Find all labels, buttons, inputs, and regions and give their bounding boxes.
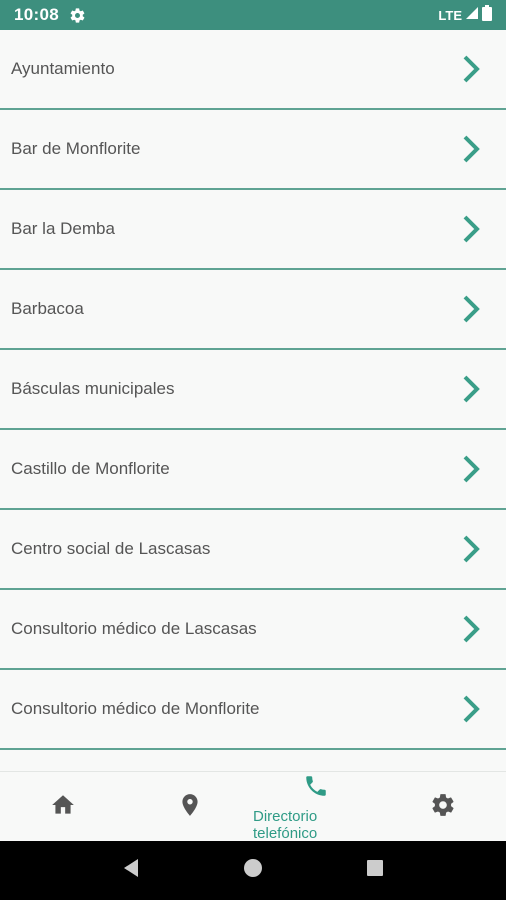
recents-icon[interactable] — [364, 857, 386, 884]
nav-map[interactable] — [127, 772, 254, 842]
list-item-label: Ayuntamiento — [11, 59, 115, 78]
chevron-right-icon — [460, 454, 482, 484]
list-item-label: Castillo de Monflorite — [11, 459, 170, 478]
list-item[interactable]: Consultorio médico de Lascasas — [0, 590, 506, 670]
battery-icon — [482, 4, 492, 26]
list-item-label: Consultorio médico de Lascasas — [11, 619, 257, 638]
back-icon[interactable] — [120, 857, 142, 884]
chevron-right-icon — [460, 134, 482, 164]
list-item-label: Básculas municipales — [11, 379, 175, 398]
chevron-right-icon — [460, 534, 482, 564]
chevron-right-icon — [460, 54, 482, 84]
list-item[interactable]: Consultorio médico de Monflorite — [0, 670, 506, 750]
list-item-label: Barbacoa — [11, 299, 84, 318]
nav-settings[interactable] — [380, 772, 506, 842]
list-item-label: Bar la Demba — [11, 219, 115, 238]
chevron-right-icon — [460, 214, 482, 244]
settings-gear-icon — [430, 792, 456, 823]
system-navigation-bar — [0, 841, 506, 900]
directory-list[interactable]: Ayuntamiento Bar de Monflorite Bar la De… — [0, 30, 506, 771]
chevron-right-icon — [460, 294, 482, 324]
list-item[interactable]: Ayuntamiento — [0, 30, 506, 110]
list-item[interactable] — [0, 750, 506, 771]
list-item[interactable]: Bar de Monflorite — [0, 110, 506, 190]
network-type: LTE — [438, 7, 462, 23]
nav-home[interactable] — [0, 772, 127, 842]
phone-icon — [303, 773, 329, 804]
chevron-right-icon — [460, 614, 482, 644]
list-item-label: Bar de Monflorite — [11, 139, 141, 158]
gear-icon — [69, 6, 87, 24]
nav-phone-directory[interactable]: Directorio telefónico — [253, 772, 380, 842]
bottom-navigation: Directorio telefónico — [0, 771, 506, 842]
list-item[interactable]: Centro social de Lascasas — [0, 510, 506, 590]
location-pin-icon — [177, 792, 203, 823]
home-icon — [50, 792, 76, 823]
status-bar: 10:08 LTE — [0, 0, 506, 30]
nav-phone-directory-label: Directorio telefónico — [253, 807, 318, 842]
list-item[interactable]: Castillo de Monflorite — [0, 430, 506, 510]
list-item-label: Centro social de Lascasas — [11, 539, 211, 558]
chevron-right-icon — [460, 374, 482, 404]
list-item-label: Consultorio médico de Monflorite — [11, 699, 260, 718]
home-circle-icon[interactable] — [242, 857, 264, 884]
list-item[interactable]: Básculas municipales — [0, 350, 506, 430]
chevron-right-icon — [460, 694, 482, 724]
status-indicators: LTE — [438, 4, 492, 26]
list-item[interactable]: Barbacoa — [0, 270, 506, 350]
status-time: 10:08 — [14, 5, 59, 24]
signal-icon — [465, 6, 479, 25]
list-item[interactable]: Bar la Demba — [0, 190, 506, 270]
